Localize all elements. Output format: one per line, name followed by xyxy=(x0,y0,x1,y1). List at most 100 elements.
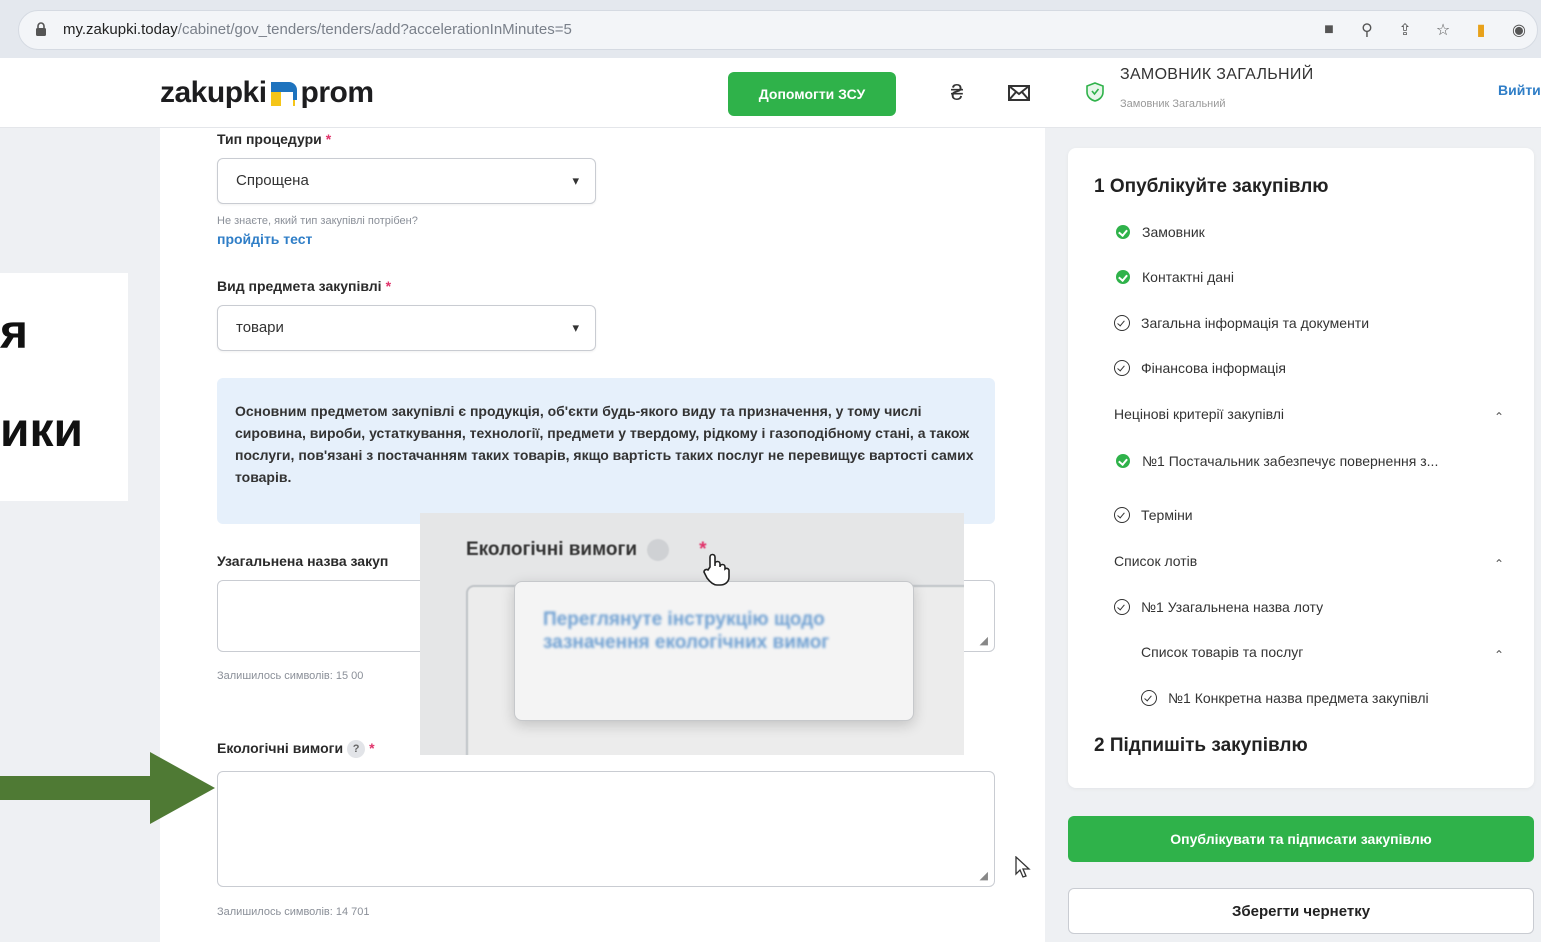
share-icon[interactable]: ⇪ xyxy=(1393,18,1417,42)
sidebar-item-label: Список товарів та послуг xyxy=(1141,644,1304,660)
sidebar-item-contacts[interactable]: Контактні дані xyxy=(1116,269,1234,285)
camera-icon[interactable]: ■ xyxy=(1317,18,1341,42)
sidebar-item-label: №1 Постачальник забезпечує повернення з.… xyxy=(1142,453,1439,469)
sidebar-item-general-info[interactable]: Загальна інформація та документи xyxy=(1114,315,1369,331)
check-done-icon xyxy=(1116,225,1130,239)
tooltip-text: Переглянуте інструкцію щодо зазначення е… xyxy=(543,609,830,653)
zoom-inset: Екологічні вимоги * Переглянуте інструкці… xyxy=(420,513,964,755)
profile-icon[interactable]: ◉ xyxy=(1507,18,1531,42)
chevron-up-icon[interactable]: ⌃ xyxy=(1494,648,1511,662)
subject-type-label-text: Вид предмета закупівлі xyxy=(217,278,382,294)
procedure-type-select[interactable]: Спрощена ▾ xyxy=(217,158,596,204)
browser-icons: ■ ⚲ ⇪ ☆ ▮ ◉ xyxy=(1317,18,1531,42)
subject-info-box: Основним предметом закупівлі є продукція… xyxy=(217,378,995,524)
logout-link[interactable]: Вийти xyxy=(1498,82,1541,98)
overlay-caption-card: я ики xyxy=(0,273,128,501)
chevron-up-icon[interactable]: ⌃ xyxy=(1494,410,1511,424)
step-2-title: 2 Підпишіть закупівлю xyxy=(1094,735,1308,756)
required-mark: * xyxy=(369,740,375,756)
site-logo[interactable]: zakupki prom xyxy=(160,76,374,110)
subject-type-label: Вид предмета закупівлі * xyxy=(217,278,391,294)
pointer-arrow-icon xyxy=(0,752,215,824)
sidebar-item-label: Загальна інформація та документи xyxy=(1141,315,1370,331)
extension-icon[interactable]: ▮ xyxy=(1469,18,1493,42)
sidebar-item-label: Замовник xyxy=(1142,224,1205,240)
general-name-label: Узагальнена назва закуп xyxy=(217,553,389,569)
lock-icon xyxy=(36,22,46,36)
sidebar-item-label: Терміни xyxy=(1141,507,1193,523)
subject-type-select[interactable]: товари ▾ xyxy=(217,305,596,351)
hand-cursor-icon xyxy=(703,553,730,586)
chevron-down-icon: ▾ xyxy=(572,173,579,188)
procedure-test-link[interactable]: пройдіть тест xyxy=(217,231,312,247)
site-header: zakupki prom Допомогти ЗСУ ₴ ЗАМОВНИК ЗА… xyxy=(0,58,1541,128)
step-1-title: 1 Опублікуйте закупівлю xyxy=(1094,176,1329,197)
sidebar-item-label: №1 Узагальнена назва лоту xyxy=(1141,599,1324,615)
sidebar-item-label: Список лотів xyxy=(1114,553,1198,569)
chevron-up-icon[interactable]: ⌃ xyxy=(1494,557,1511,571)
org-subtitle: Замовник Загальний xyxy=(1120,98,1226,110)
subject-info-text: Основним предметом закупівлі є продукція… xyxy=(235,403,974,485)
browser-toolbar: my.zakupki.today/cabinet/gov_tenders/ten… xyxy=(0,0,1541,58)
general-name-counter: Залишилось символів: 15 00 xyxy=(217,670,364,682)
check-done-icon xyxy=(1116,270,1130,284)
org-name: ЗАМОВНИК ЗАГАЛЬНИЙ xyxy=(1120,66,1314,83)
logo-text-left: zakupki xyxy=(160,76,267,109)
help-question-icon[interactable]: ? xyxy=(347,740,366,759)
mouse-pointer-icon xyxy=(1015,856,1031,878)
procedure-type-label-text: Тип процедури xyxy=(217,131,322,147)
save-draft-button[interactable]: Зберегти чернетку xyxy=(1068,888,1534,934)
url-text: my.zakupki.today/cabinet/gov_tenders/ten… xyxy=(63,21,572,38)
zoom-icon[interactable]: ⚲ xyxy=(1355,18,1379,42)
star-icon[interactable]: ☆ xyxy=(1431,18,1455,42)
check-pending-icon xyxy=(1114,315,1130,331)
sidebar-item-lots[interactable]: Список лотів xyxy=(1114,553,1197,569)
logo-text-right: prom xyxy=(300,76,375,109)
check-pending-icon xyxy=(1141,690,1157,706)
eco-requirements-label: Екологічні вимоги? * xyxy=(217,740,375,759)
sidebar-item-label: №1 Конкретна назва предмета закупівлі xyxy=(1168,690,1429,706)
eco-requirements-textarea[interactable]: ◢ xyxy=(217,771,995,887)
sidebar-item-label: Фінансова інформація xyxy=(1141,360,1286,376)
subject-type-value: товари xyxy=(236,319,284,336)
help-zsu-button[interactable]: Допомогти ЗСУ xyxy=(728,72,896,116)
sidebar-item-goods-1[interactable]: №1 Конкретна назва предмета закупівлі xyxy=(1141,690,1429,706)
shield-icon xyxy=(1086,82,1104,102)
help-tooltip: Переглянуте інструкцію щодо зазначення е… xyxy=(514,581,914,721)
sidebar-item-terms[interactable]: Терміни xyxy=(1114,507,1193,523)
sidebar-item-nonprice-criteria[interactable]: Нецінові критерії закупівлі xyxy=(1114,406,1284,422)
overlay-caption-line-1: я xyxy=(0,306,29,359)
url-path: /cabinet/gov_tenders/tenders/add?acceler… xyxy=(177,21,572,38)
mail-icon[interactable] xyxy=(1006,80,1032,106)
url-host: my.zakupki.today xyxy=(63,21,178,38)
sidebar-item-financial[interactable]: Фінансова інформація xyxy=(1114,360,1286,376)
resize-handle-icon[interactable]: ◢ xyxy=(980,869,988,882)
eco-requirements-counter: Залишилось символів: 14 701 xyxy=(217,906,370,918)
sidebar-item-lot-1[interactable]: №1 Узагальнена назва лоту xyxy=(1114,599,1323,615)
sidebar-item-label: Контактні дані xyxy=(1142,269,1234,285)
overlay-caption-line-2: ики xyxy=(0,404,84,457)
sidebar-item-goods-list[interactable]: Список товарів та послуг xyxy=(1141,644,1303,660)
inset-label-text: Екологічні вимоги xyxy=(466,539,638,561)
inset-label: Екологічні вимоги * xyxy=(466,539,707,561)
eco-label-text: Екологічні вимоги xyxy=(217,740,344,756)
required-mark: * xyxy=(325,131,332,147)
check-pending-icon xyxy=(1114,507,1130,523)
procedure-type-label: Тип процедури * xyxy=(217,131,331,147)
check-done-icon xyxy=(1116,454,1130,468)
procedure-type-value: Спрощена xyxy=(236,172,309,189)
required-mark: * xyxy=(385,278,392,294)
sidebar-item-customer[interactable]: Замовник xyxy=(1116,224,1205,240)
check-pending-icon xyxy=(1114,599,1130,615)
procedure-hint: Не знаєте, який тип закупівлі потрібен? xyxy=(217,215,418,227)
check-pending-icon xyxy=(1114,360,1130,376)
sidebar-item-criterion-1[interactable]: №1 Постачальник забезпечує повернення з.… xyxy=(1116,453,1438,469)
sidebar-item-label: Нецінові критерії закупівлі xyxy=(1114,406,1285,422)
publish-sign-button[interactable]: Опублікувати та підписати закупівлю xyxy=(1068,816,1534,862)
inset-help-icon xyxy=(647,539,670,561)
logo-mark-icon xyxy=(269,78,299,108)
chevron-down-icon: ▾ xyxy=(572,320,579,335)
currency-icon[interactable]: ₴ xyxy=(944,80,970,106)
resize-handle-icon[interactable]: ◢ xyxy=(980,634,988,647)
address-bar[interactable]: my.zakupki.today/cabinet/gov_tenders/ten… xyxy=(18,10,1538,50)
